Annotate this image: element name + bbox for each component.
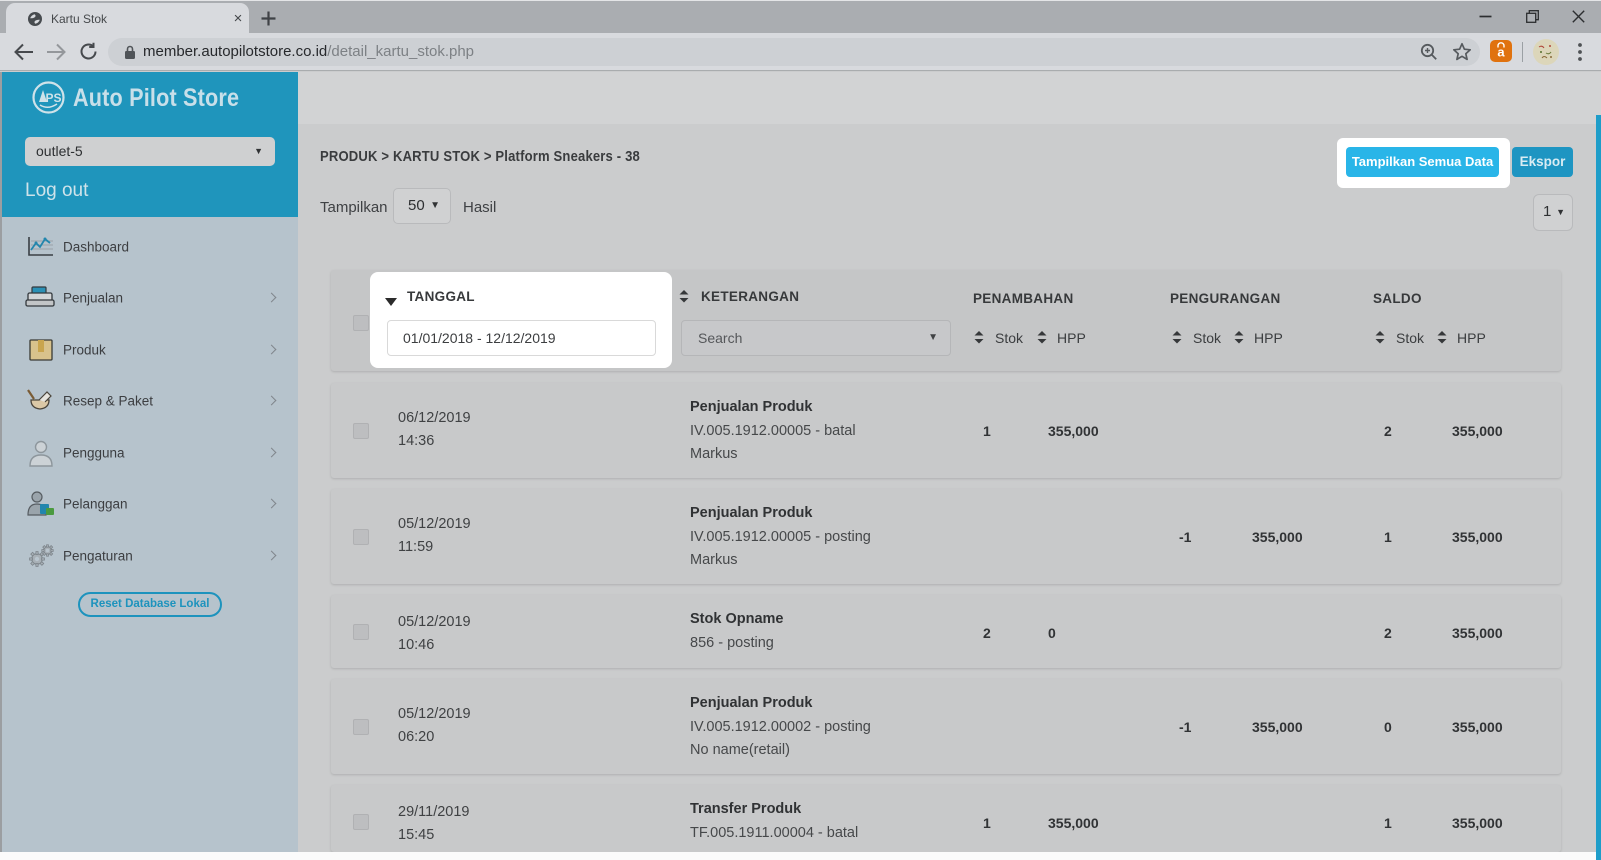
- svg-text:a: a: [1497, 45, 1505, 60]
- svg-text:PS: PS: [46, 91, 62, 105]
